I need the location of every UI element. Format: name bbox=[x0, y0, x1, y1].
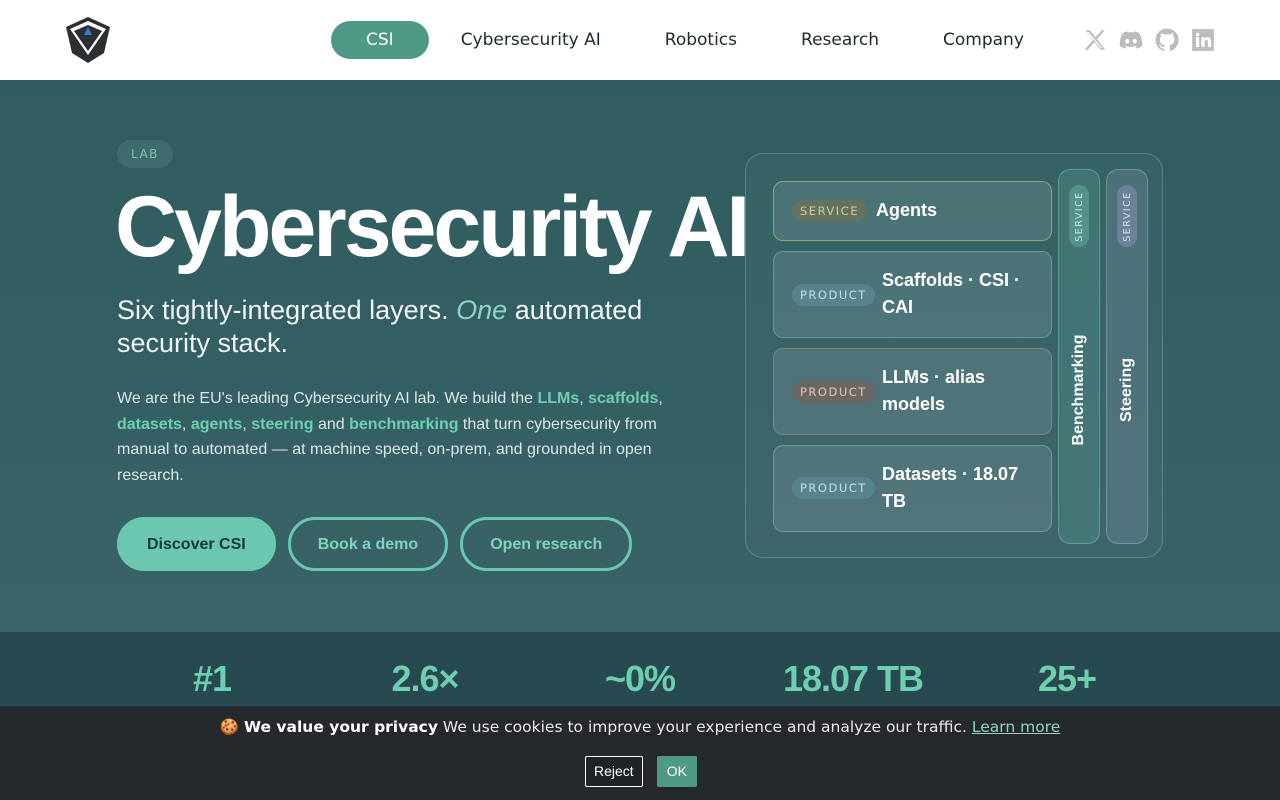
keyword-steering: steering bbox=[251, 415, 314, 433]
ok-button[interactable]: OK bbox=[656, 756, 697, 787]
keyword-agents: agents bbox=[190, 415, 243, 433]
open-research-button[interactable]: Open research bbox=[460, 517, 633, 571]
layer-tag: PRODUCT bbox=[792, 284, 875, 306]
vertical-tag: SERVICE bbox=[1117, 185, 1137, 247]
social-links bbox=[1082, 27, 1216, 53]
cookie-banner: 🍪 We value your privacy We use cookies t… bbox=[0, 706, 1280, 800]
vertical-label: Steering bbox=[1118, 357, 1135, 423]
keyword-datasets: datasets bbox=[117, 415, 182, 433]
book-demo-button[interactable]: Book a demo bbox=[287, 517, 449, 571]
cookie-message: 🍪 We value your privacy We use cookies t… bbox=[219, 718, 1061, 736]
stat-value: #1 bbox=[192, 658, 232, 699]
site-header: CSI Cybersecurity AI Robotics Research C… bbox=[0, 0, 1280, 80]
layer-title: Scaffolds · CSI · CAI bbox=[882, 270, 1021, 317]
logo-icon[interactable] bbox=[64, 15, 112, 65]
vertical-benchmarking[interactable]: SERVICE Benchmarking bbox=[1058, 169, 1100, 544]
nav-item-company[interactable]: Company bbox=[911, 21, 1056, 59]
cookie-buttons: Reject OK bbox=[585, 756, 697, 787]
stack-diagram: SERVICE Agents PRODUCT Scaffolds · CSI ·… bbox=[745, 153, 1163, 558]
keyword-llms: LLMs bbox=[537, 390, 580, 407]
nav-item-csi[interactable]: CSI bbox=[331, 21, 429, 59]
vertical-label: Benchmarking bbox=[1070, 334, 1087, 446]
reject-button[interactable]: Reject bbox=[585, 756, 643, 787]
stat-value: 18.07 TB bbox=[782, 658, 924, 699]
nav-item-cybersecurity-ai[interactable]: Cybersecurity AI bbox=[429, 21, 633, 59]
stat-value: ~0% bbox=[604, 658, 676, 699]
github-icon[interactable] bbox=[1154, 27, 1180, 53]
layer-title: LLMs · alias models bbox=[882, 367, 986, 414]
linkedin-icon[interactable] bbox=[1190, 27, 1216, 53]
layer-tag: SERVICE bbox=[792, 200, 867, 222]
layer-tag: PRODUCT bbox=[792, 477, 875, 499]
x-icon[interactable] bbox=[1082, 27, 1108, 53]
layer-scaffolds[interactable]: PRODUCT Scaffolds · CSI · CAI bbox=[773, 251, 1052, 338]
keyword-scaffolds: scaffolds bbox=[588, 390, 659, 407]
nav-item-research[interactable]: Research bbox=[769, 21, 911, 59]
keyword-benchmarking: benchmarking bbox=[349, 415, 459, 433]
layer-llms[interactable]: PRODUCT LLMs · alias models bbox=[773, 348, 1052, 435]
hero-title: Cybersecurity AI bbox=[115, 179, 750, 275]
layer-tag: PRODUCT bbox=[792, 381, 875, 403]
hero-section: LAB Cybersecurity AI Six tightly-integra… bbox=[0, 80, 1280, 632]
cookie-icon: 🍪 bbox=[219, 718, 240, 736]
hero-subtitle: Six tightly-integrated layers. One autom… bbox=[117, 295, 643, 358]
layer-title: Agents bbox=[876, 200, 938, 220]
hero-description: We are the EU's leading Cybersecurity AI… bbox=[117, 390, 663, 484]
layer-datasets[interactable]: PRODUCT Datasets · 18.07 TB bbox=[773, 445, 1052, 532]
discover-csi-button[interactable]: Discover CSI bbox=[117, 517, 276, 571]
stat-value: 25+ bbox=[1037, 658, 1097, 699]
layer-title: Datasets · 18.07 TB bbox=[882, 464, 1019, 511]
cta-buttons: Discover CSI Book a demo Open research bbox=[117, 517, 633, 571]
main-nav: CSI Cybersecurity AI Robotics Research C… bbox=[331, 21, 1056, 59]
vertical-steering[interactable]: SERVICE Steering bbox=[1106, 169, 1148, 544]
vertical-tag: SERVICE bbox=[1069, 185, 1089, 247]
stat-value: 2.6× bbox=[391, 658, 459, 699]
learn-more-link[interactable]: Learn more bbox=[972, 718, 1060, 736]
layer-agents[interactable]: SERVICE Agents bbox=[773, 181, 1052, 241]
lab-badge: LAB bbox=[117, 140, 173, 168]
discord-icon[interactable] bbox=[1118, 27, 1144, 53]
nav-item-robotics[interactable]: Robotics bbox=[633, 21, 769, 59]
